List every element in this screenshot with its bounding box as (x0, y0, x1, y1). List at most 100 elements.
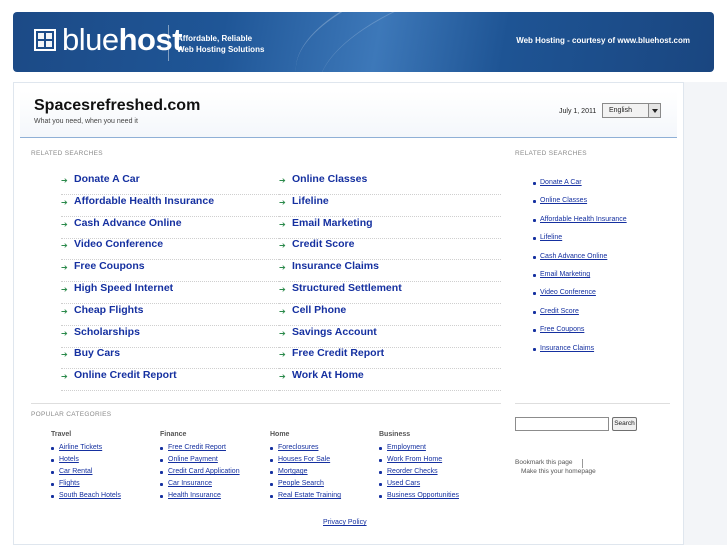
bullet-dot-icon (270, 447, 273, 450)
category-link[interactable]: Hotels (59, 456, 79, 463)
sidebar-link[interactable]: Insurance Claims (540, 345, 594, 352)
related-link-label: High Speed Internet (74, 282, 174, 294)
related-link[interactable]: ➔ Email Marketing (279, 217, 501, 239)
category-link[interactable]: Foreclosures (278, 444, 318, 451)
bullet-dot-icon (533, 237, 536, 241)
category-link[interactable]: Car Insurance (168, 480, 212, 487)
related-link[interactable]: ➔ Online Credit Report (61, 369, 287, 392)
homepage-link[interactable]: Make this your homepage (521, 468, 596, 475)
bullet-dot-icon (379, 459, 382, 462)
category-link[interactable]: Work From Home (387, 456, 442, 463)
page-gutter (684, 82, 727, 545)
sidebar-link[interactable]: Credit Score (540, 308, 579, 315)
bullet-dot-icon (160, 447, 163, 450)
bullet-dot-icon (533, 218, 536, 222)
date-label: July 1, 2011 (559, 108, 597, 115)
category-link[interactable]: Car Rental (59, 468, 92, 475)
related-link-label: Cell Phone (292, 303, 347, 316)
related-link[interactable]: ➔ Video Conference (61, 238, 287, 261)
category-link[interactable]: Credit Card Application (168, 468, 240, 475)
related-link[interactable]: ➔ Cell Phone (279, 304, 501, 326)
sidebar-link[interactable]: Lifeline (540, 234, 562, 241)
related-link[interactable]: ➔ Cash Advance Online (61, 217, 287, 239)
sidebar-link[interactable]: Online Classes (540, 197, 587, 204)
related-link[interactable]: ➔ Affordable Health Insurance (61, 195, 287, 217)
category-link[interactable]: Employment (387, 444, 426, 451)
category-link[interactable]: Free Credit Report (168, 444, 226, 451)
bullet-dot-icon (160, 483, 163, 486)
logo-divider (168, 25, 169, 61)
related-link[interactable]: ➔ Insurance Claims (279, 260, 501, 283)
related-link-label: Free Coupons (74, 260, 145, 273)
sidebar-link[interactable]: Video Conference (540, 289, 596, 296)
related-link[interactable]: ➔ Scholarships (61, 326, 287, 348)
arrow-bullet-icon: ➔ (279, 263, 286, 273)
category-link[interactable]: Health Insurance (168, 492, 221, 499)
sidebar-link[interactable]: Free Coupons (540, 326, 584, 333)
category-link[interactable]: Business Opportunities (387, 492, 459, 499)
related-link-label: Buy Cars (74, 347, 121, 360)
related-link[interactable]: ➔ High Speed Internet (61, 282, 287, 304)
site-subtitle: What you need, when you need it (34, 118, 138, 125)
related-link[interactable]: ➔ Work At Home (279, 369, 501, 392)
related-link-label: Structured Settlement (292, 282, 402, 294)
search-button[interactable]: Search (612, 417, 637, 431)
category-heading: Finance (160, 431, 187, 438)
related-link[interactable]: ➔ Online Classes (279, 173, 501, 195)
related-link[interactable]: ➔ Structured Settlement (279, 282, 501, 304)
search-input[interactable] (515, 417, 609, 431)
arrow-bullet-icon: ➔ (61, 176, 68, 185)
related-link[interactable]: ➔ Cheap Flights (61, 304, 287, 326)
arrow-bullet-icon: ➔ (279, 328, 286, 338)
category-link[interactable]: Real Estate Training (278, 492, 341, 499)
related-link-label: Insurance Claims (292, 260, 379, 273)
bullet-dot-icon (160, 471, 163, 474)
category-link[interactable]: Online Payment (168, 456, 218, 463)
bullet-dot-icon (270, 483, 273, 486)
category-link[interactable]: People Search (278, 480, 324, 487)
bluehost-logo[interactable]: bluehost (62, 23, 183, 57)
bullet-dot-icon (379, 447, 382, 450)
category-link[interactable]: Reorder Checks (387, 468, 438, 475)
bluehost-grid-icon[interactable] (34, 29, 56, 51)
language-value: English (609, 107, 632, 114)
related-link-label: Affordable Health Insurance (74, 194, 215, 207)
bookmark-link[interactable]: Bookmark this page (515, 459, 572, 466)
bullet-dot-icon (270, 495, 273, 498)
arrow-bullet-icon: ➔ (61, 263, 68, 273)
arrow-bullet-icon: ➔ (279, 241, 286, 251)
category-link[interactable]: Airline Tickets (59, 444, 102, 451)
related-link-label: Donate A Car (74, 173, 140, 185)
privacy-policy-link[interactable]: Privacy Policy (323, 519, 367, 526)
bullet-dot-icon (51, 471, 54, 474)
link-divider (582, 459, 583, 468)
bullet-dot-icon (160, 495, 163, 498)
category-link[interactable]: Houses For Sale (278, 456, 330, 463)
related-link-label: Video Conference (74, 238, 164, 251)
bullet-dot-icon (270, 459, 273, 462)
related-link[interactable]: ➔ Donate A Car (61, 173, 287, 195)
sidebar-link[interactable]: Email Marketing (540, 271, 590, 278)
category-link[interactable]: Used Cars (387, 480, 420, 487)
related-searches-label: RELATED SEARCHES (31, 150, 103, 157)
bullet-dot-icon (160, 459, 163, 462)
related-link-label: Online Credit Report (74, 369, 177, 382)
category-link[interactable]: South Beach Hotels (59, 492, 121, 499)
sidebar-link[interactable]: Affordable Health Insurance (540, 216, 627, 223)
related-link[interactable]: ➔ Credit Score (279, 238, 501, 261)
related-link[interactable]: ➔ Savings Account (279, 326, 501, 348)
related-link[interactable]: ➔ Free Credit Report (279, 347, 501, 370)
arrow-bullet-icon: ➔ (61, 197, 68, 207)
related-link[interactable]: ➔ Free Coupons (61, 260, 287, 283)
chevron-down-icon[interactable] (648, 104, 660, 117)
sidebar-link[interactable]: Donate A Car (540, 179, 582, 186)
sidebar-link[interactable]: Cash Advance Online (540, 253, 607, 260)
related-link[interactable]: ➔ Lifeline (279, 195, 501, 217)
category-link[interactable]: Mortgage (278, 468, 308, 475)
category-link[interactable]: Flights (59, 480, 80, 487)
language-select[interactable]: English (602, 103, 661, 118)
related-link[interactable]: ➔ Buy Cars (61, 347, 287, 370)
arrow-bullet-icon: ➔ (279, 285, 286, 294)
related-link-label: Cheap Flights (74, 303, 144, 316)
arrow-bullet-icon: ➔ (279, 372, 286, 382)
